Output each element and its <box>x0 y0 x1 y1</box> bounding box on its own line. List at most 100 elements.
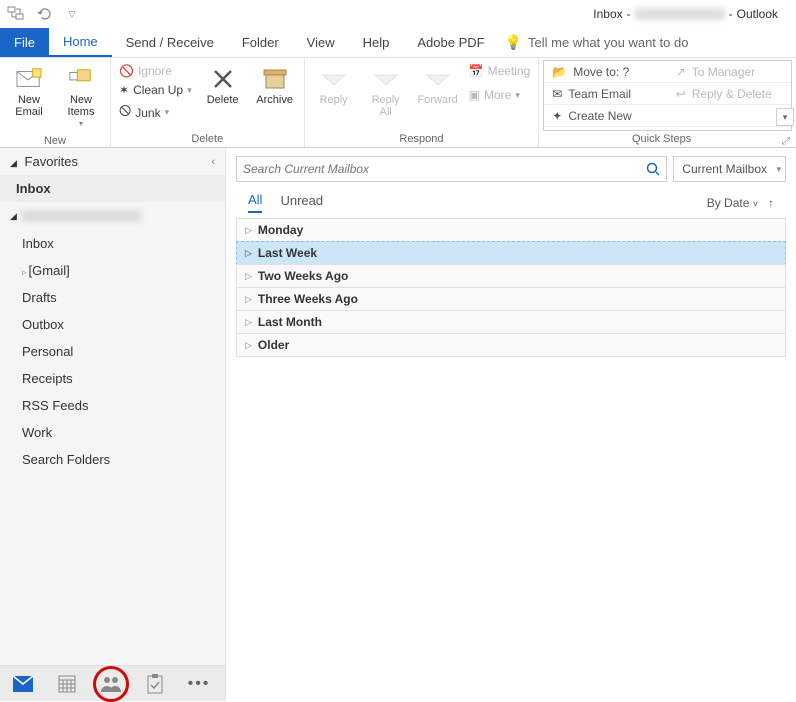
create-new-icon: ✦ <box>552 109 562 123</box>
group-older[interactable]: ▷Older <box>236 333 786 357</box>
broom-icon: ✶ <box>119 83 129 97</box>
folder-work[interactable]: Work <box>0 419 225 446</box>
qs-reply-delete[interactable]: ↩Reply & Delete <box>668 83 791 105</box>
group-respond-label: Respond <box>311 131 533 147</box>
meeting-button[interactable]: 📅Meeting <box>467 62 533 80</box>
folder-receipts[interactable]: Receipts <box>0 365 225 392</box>
reply-all-icon <box>373 66 399 92</box>
message-groups: ▷Monday ▷Last Week ▷Two Weeks Ago ▷Three… <box>236 215 786 361</box>
title-inbox: Inbox <box>593 7 622 21</box>
search-input[interactable] <box>243 162 646 176</box>
qs-expand-button[interactable]: ▾ <box>776 108 794 126</box>
junk-button[interactable]: 🛇Junk▾ <box>117 100 194 125</box>
sort-direction-icon[interactable]: ↑ <box>768 196 774 210</box>
favorites-header[interactable]: ◢ Favorites ‹ <box>0 148 225 175</box>
folder-pane: ◢ Favorites ‹ Inbox ◢ Inbox [Gmail] Draf… <box>0 148 226 701</box>
new-items-icon <box>68 66 94 92</box>
group-monday[interactable]: ▷Monday <box>236 218 786 242</box>
group-new-label: New <box>6 133 104 149</box>
filter-all[interactable]: All <box>248 192 262 213</box>
search-icon[interactable] <box>646 162 660 176</box>
account-header[interactable]: ◢ <box>0 202 225 230</box>
account-label-redacted <box>21 210 141 222</box>
tell-me[interactable]: 💡 Tell me what you want to do <box>505 28 689 57</box>
group-last-month[interactable]: ▷Last Month <box>236 310 786 334</box>
nav-tasks-icon[interactable] <box>144 673 166 695</box>
folder-rss[interactable]: RSS Feeds <box>0 392 225 419</box>
ignore-button[interactable]: 🚫Ignore <box>117 62 194 80</box>
junk-icon: 🛇 <box>119 102 131 123</box>
group-two-weeks[interactable]: ▷Two Weeks Ago <box>236 264 786 288</box>
tab-adobe-pdf[interactable]: Adobe PDF <box>403 28 498 57</box>
nav-people-icon[interactable] <box>100 673 122 695</box>
more-icon: ▣ <box>469 88 480 102</box>
new-items-button[interactable]: New Items ▾ <box>58 62 104 133</box>
new-email-button[interactable]: New Email <box>6 62 52 122</box>
qs-move-to[interactable]: 📂Move to: ? <box>544 61 667 83</box>
message-list-pane: Current Mailbox All Unread By Date ˅ ↑ ▷… <box>226 148 796 701</box>
group-respond: Reply Reply All Forward 📅Meeting ▣More▾ … <box>305 58 540 147</box>
nav-calendar-icon[interactable] <box>56 673 78 695</box>
lightbulb-icon: 💡 <box>505 34 522 51</box>
meeting-icon: 📅 <box>469 64 484 78</box>
nav-more-icon[interactable]: ••• <box>188 673 210 695</box>
tab-folder[interactable]: Folder <box>228 28 293 57</box>
more-respond-button[interactable]: ▣More▾ <box>467 86 533 104</box>
reply-icon <box>321 66 347 92</box>
group-three-weeks[interactable]: ▷Three Weeks Ago <box>236 287 786 311</box>
reply-delete-icon: ↩ <box>676 87 686 101</box>
main-area: ◢ Favorites ‹ Inbox ◢ Inbox [Gmail] Draf… <box>0 148 796 701</box>
folder-gmail[interactable]: [Gmail] <box>0 257 225 284</box>
tab-file[interactable]: File <box>0 28 49 57</box>
folder-drafts[interactable]: Drafts <box>0 284 225 311</box>
ribbon-tabs: File Home Send / Receive Folder View Hel… <box>0 28 796 58</box>
reply-all-button[interactable]: Reply All <box>363 62 409 122</box>
archive-button[interactable]: Archive <box>252 62 298 110</box>
send-receive-icon[interactable] <box>6 4 26 24</box>
tab-help[interactable]: Help <box>349 28 404 57</box>
delete-button[interactable]: Delete <box>200 62 246 110</box>
qs-create-new[interactable]: ✦Create New <box>544 105 667 127</box>
folder-move-icon: 📂 <box>552 65 567 79</box>
qs-team-email[interactable]: ✉Team Email <box>544 83 667 105</box>
filter-unread[interactable]: Unread <box>280 193 323 212</box>
archive-icon <box>262 66 288 92</box>
new-email-label: New Email <box>15 94 43 118</box>
search-box[interactable] <box>236 156 667 182</box>
reply-button[interactable]: Reply <box>311 62 357 110</box>
tab-view[interactable]: View <box>293 28 349 57</box>
search-scope-dropdown[interactable]: Current Mailbox <box>673 156 786 182</box>
folder-outbox[interactable]: Outbox <box>0 311 225 338</box>
cleanup-button[interactable]: ✶Clean Up▾ <box>117 81 194 99</box>
ignore-icon: 🚫 <box>119 64 134 78</box>
tab-send-receive[interactable]: Send / Receive <box>112 28 228 57</box>
customize-qat-icon[interactable]: ▽ <box>62 4 82 24</box>
navigation-bar: ••• <box>0 665 225 701</box>
favorites-inbox[interactable]: Inbox <box>0 175 225 202</box>
group-delete-label: Delete <box>117 131 298 147</box>
tab-home[interactable]: Home <box>49 28 112 57</box>
account-name-redacted <box>635 8 725 20</box>
group-last-week[interactable]: ▷Last Week <box>236 241 786 265</box>
folder-inbox[interactable]: Inbox <box>0 230 225 257</box>
ribbon: New Email New Items ▾ New 🚫Ignore ✶Clean… <box>0 58 796 148</box>
qs-launcher-icon[interactable]: ⤢ <box>780 136 792 147</box>
team-icon: ✉ <box>552 87 562 101</box>
folder-search-folders[interactable]: Search Folders <box>0 446 225 473</box>
envelope-icon <box>16 66 42 92</box>
forward-icon <box>425 66 451 92</box>
forward-button[interactable]: Forward <box>415 62 461 110</box>
x-icon <box>210 66 236 92</box>
qs-to-manager[interactable]: ↗To Manager <box>668 61 791 83</box>
window-title: Inbox - - Outlook <box>593 7 778 21</box>
undo-icon[interactable] <box>34 4 54 24</box>
minimize-pane-icon[interactable]: ‹ <box>211 156 215 168</box>
nav-mail-icon[interactable] <box>12 673 34 695</box>
group-new: New Email New Items ▾ New <box>0 58 111 147</box>
to-manager-icon: ↗ <box>676 65 686 79</box>
group-qs-label: Quick Steps <box>543 131 780 147</box>
group-delete: 🚫Ignore ✶Clean Up▾ 🛇Junk▾ Delete Archive… <box>111 58 305 147</box>
tell-me-label: Tell me what you want to do <box>528 35 688 50</box>
sort-by-date[interactable]: By Date ˅ <box>707 196 758 210</box>
folder-personal[interactable]: Personal <box>0 338 225 365</box>
